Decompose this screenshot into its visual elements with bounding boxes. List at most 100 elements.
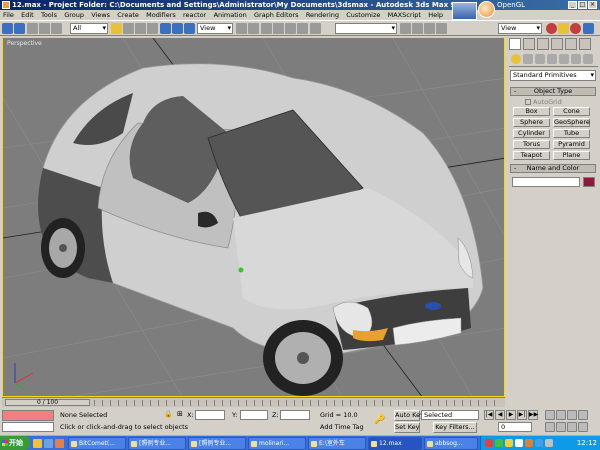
bind-space-warp-icon[interactable] bbox=[51, 23, 62, 34]
plane-button[interactable]: Plane bbox=[553, 151, 590, 160]
cone-button[interactable]: Cone bbox=[553, 107, 590, 116]
zoom-all-icon[interactable] bbox=[556, 422, 566, 432]
add-time-tag[interactable]: Add Time Tag bbox=[320, 423, 364, 432]
arc-rotate-icon[interactable] bbox=[567, 410, 577, 420]
name-and-color-rollout[interactable]: Name and Color bbox=[510, 164, 596, 173]
next-frame-icon[interactable]: ▶| bbox=[517, 410, 527, 420]
tray-volume-icon[interactable] bbox=[515, 439, 523, 447]
unlink-icon[interactable] bbox=[39, 23, 50, 34]
tray-antivirus-icon[interactable] bbox=[485, 439, 493, 447]
rectangular-selection-icon[interactable] bbox=[135, 23, 146, 34]
car-model[interactable] bbox=[38, 63, 484, 396]
render-last-icon[interactable] bbox=[583, 23, 594, 34]
key-mode-dropdown[interactable]: Selected bbox=[421, 410, 479, 420]
window-crossing-icon[interactable] bbox=[147, 23, 158, 34]
select-link-icon[interactable] bbox=[27, 23, 38, 34]
task-folder[interactable]: E:\室外车 bbox=[308, 437, 366, 450]
minimize-button[interactable]: _ bbox=[568, 1, 577, 9]
cameras-icon[interactable] bbox=[547, 54, 557, 64]
select-rotate-icon[interactable] bbox=[172, 23, 183, 34]
maxscript-listener-box[interactable] bbox=[2, 410, 54, 421]
track-bar[interactable] bbox=[94, 400, 499, 406]
create-tab-icon[interactable] bbox=[509, 38, 521, 50]
pivot-center-icon[interactable] bbox=[236, 23, 247, 34]
menu-edit[interactable]: Edit bbox=[21, 11, 34, 19]
menu-tools[interactable]: Tools bbox=[41, 11, 57, 19]
pyramid-button[interactable]: Pyramid bbox=[553, 140, 590, 149]
play-icon[interactable]: ▶ bbox=[506, 410, 516, 420]
tube-button[interactable]: Tube bbox=[553, 129, 590, 138]
select-move-icon[interactable] bbox=[160, 23, 171, 34]
render-view-dropdown[interactable]: View bbox=[498, 23, 542, 34]
start-button[interactable]: 开始 bbox=[0, 436, 30, 450]
z-coordinate-input[interactable] bbox=[280, 410, 310, 420]
reference-coordinate-dropdown[interactable]: View bbox=[197, 23, 233, 34]
percent-snap-icon[interactable] bbox=[285, 23, 296, 34]
mirror-icon[interactable] bbox=[400, 23, 411, 34]
space-warps-icon[interactable] bbox=[571, 54, 581, 64]
menu-rendering[interactable]: Rendering bbox=[306, 11, 339, 19]
object-type-rollout[interactable]: Object Type bbox=[510, 87, 596, 96]
viewport-label[interactable]: Perspective bbox=[7, 40, 42, 47]
autogrid-checkbox[interactable]: AutoGrid bbox=[525, 98, 562, 106]
tray-im-icon[interactable] bbox=[505, 439, 513, 447]
select-object-icon[interactable] bbox=[111, 23, 122, 34]
taskbar-clock[interactable]: 12:12 bbox=[577, 436, 597, 450]
select-scale-icon[interactable] bbox=[184, 23, 195, 34]
key-icon[interactable]: 🔑 bbox=[374, 416, 385, 425]
tray-input-icon[interactable] bbox=[535, 439, 543, 447]
motion-tab-icon[interactable] bbox=[551, 38, 563, 50]
zoom-extents-icon[interactable] bbox=[567, 422, 577, 432]
task-forum-1[interactable]: [照例专业... bbox=[128, 437, 186, 450]
absolute-mode-icon[interactable]: ⊞ bbox=[177, 410, 183, 419]
y-coordinate-input[interactable] bbox=[240, 410, 268, 420]
zoom-extents-all-icon[interactable] bbox=[578, 422, 588, 432]
teapot-button[interactable]: Teapot bbox=[513, 151, 550, 160]
sphere-button[interactable]: Sphere bbox=[513, 118, 550, 127]
go-to-start-icon[interactable]: |◀ bbox=[484, 410, 494, 420]
angle-snap-icon[interactable] bbox=[273, 23, 284, 34]
modify-tab-icon[interactable] bbox=[523, 38, 535, 50]
display-tab-icon[interactable] bbox=[565, 38, 577, 50]
spinner-snap-icon[interactable] bbox=[297, 23, 308, 34]
task-molinari[interactable]: molinari... bbox=[248, 437, 306, 450]
set-key-button[interactable]: Set Key bbox=[394, 422, 420, 433]
utilities-tab-icon[interactable] bbox=[579, 38, 591, 50]
lights-icon[interactable] bbox=[535, 54, 545, 64]
quick-render-icon[interactable] bbox=[570, 23, 581, 34]
align-icon[interactable] bbox=[412, 23, 423, 34]
perspective-viewport[interactable]: Perspective bbox=[2, 37, 505, 397]
quicklaunch-desktop-icon[interactable] bbox=[44, 439, 53, 448]
undo-icon[interactable] bbox=[2, 23, 13, 34]
quicklaunch-ie-icon[interactable] bbox=[33, 439, 42, 448]
auto-key-button[interactable]: Auto Key bbox=[394, 410, 424, 421]
maxscript-input[interactable] bbox=[2, 422, 54, 432]
field-of-view-icon[interactable] bbox=[545, 410, 555, 420]
zoom-icon[interactable] bbox=[545, 422, 555, 432]
redo-icon[interactable] bbox=[14, 23, 25, 34]
named-selection-dropdown[interactable] bbox=[335, 23, 397, 34]
box-button[interactable]: Box bbox=[513, 107, 550, 116]
cylinder-button[interactable]: Cylinder bbox=[513, 129, 550, 138]
select-by-name-icon[interactable] bbox=[123, 23, 134, 34]
menu-views[interactable]: Views bbox=[91, 11, 110, 19]
maximize-button[interactable]: □ bbox=[578, 1, 587, 9]
menu-help[interactable]: Help bbox=[428, 11, 443, 19]
menu-create[interactable]: Create bbox=[117, 11, 139, 19]
previous-frame-icon[interactable]: ◀ bbox=[495, 410, 505, 420]
layer-manager-icon[interactable] bbox=[424, 23, 435, 34]
edit-named-selection-icon[interactable] bbox=[310, 23, 321, 34]
selection-lock-icon[interactable]: 🔒 bbox=[164, 410, 173, 419]
menu-maxscript[interactable]: MAXScript bbox=[388, 11, 421, 19]
x-coordinate-input[interactable] bbox=[195, 410, 225, 420]
menu-graph-editors[interactable]: Graph Editors bbox=[254, 11, 299, 19]
menu-customize[interactable]: Customize bbox=[346, 11, 380, 19]
torus-button[interactable]: Torus bbox=[513, 140, 550, 149]
select-manipulate-icon[interactable] bbox=[248, 23, 259, 34]
object-name-input[interactable] bbox=[512, 177, 580, 187]
current-frame-input[interactable]: 0 bbox=[498, 422, 532, 432]
systems-icon[interactable] bbox=[583, 54, 593, 64]
task-forum-2[interactable]: [照例专业... bbox=[188, 437, 246, 450]
render-scene-icon[interactable] bbox=[558, 23, 569, 34]
menu-group[interactable]: Group bbox=[64, 11, 84, 19]
